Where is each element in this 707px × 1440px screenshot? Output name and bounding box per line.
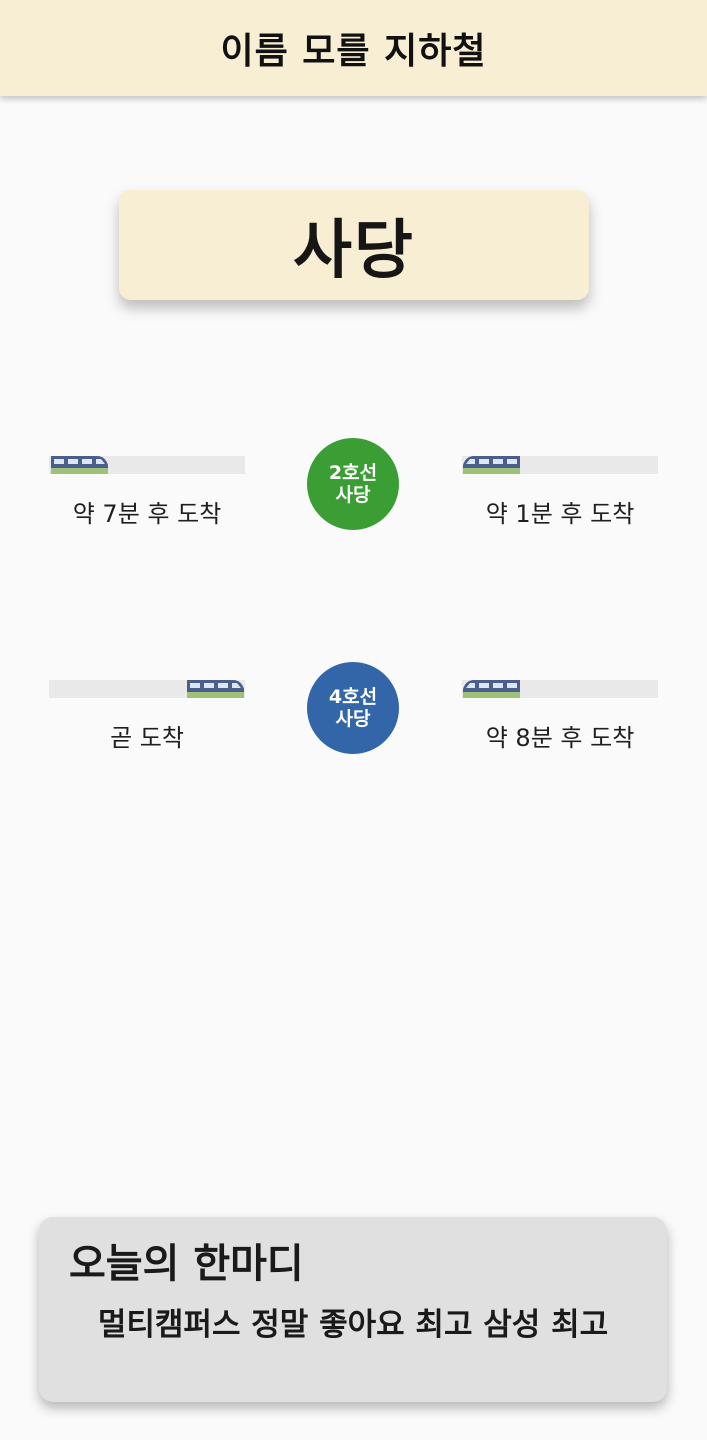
line-station-label: 사당 <box>335 484 371 506</box>
quote-text: 멀티캠퍼스 정말 좋아요 최고 삼성 최고 <box>97 1307 609 1343</box>
line-badge[interactable]: 4호선 사당 <box>307 662 399 754</box>
line-panel-4: 곧 도착 4호선 사당 약 8분 후 도착 <box>36 598 671 820</box>
left-track <box>49 456 245 474</box>
train-icon <box>185 676 245 698</box>
right-arrival-text: 약 1분 후 도착 <box>485 500 635 528</box>
line-number-label: 4호선 <box>328 686 378 708</box>
app-header: 이름 모를 지하철 <box>0 0 707 96</box>
right-arrival-text: 약 8분 후 도착 <box>485 724 635 752</box>
line-badge[interactable]: 2호선 사당 <box>307 438 399 530</box>
quote-card: 오늘의 한마디 멀티캠퍼스 정말 좋아요 최고 삼성 최고 <box>39 1217 667 1402</box>
right-track <box>462 680 658 698</box>
station-name-card: 사당 <box>119 190 589 300</box>
app-title: 이름 모를 지하철 <box>220 31 487 72</box>
right-track <box>462 456 658 474</box>
quote-title: 오늘의 한마디 <box>69 1241 304 1287</box>
station-name: 사당 <box>293 214 415 288</box>
line-number-label: 2호선 <box>328 462 378 484</box>
train-icon <box>49 452 109 474</box>
left-track <box>49 680 245 698</box>
line-station-label: 사당 <box>335 708 371 730</box>
train-icon <box>462 676 522 698</box>
line-panel-2: 약 7분 후 도착 2호선 사당 약 1분 후 도착 <box>36 374 671 596</box>
left-arrival-text: 약 7분 후 도착 <box>72 500 222 528</box>
left-arrival-text: 곧 도착 <box>110 724 184 752</box>
train-icon <box>462 452 522 474</box>
